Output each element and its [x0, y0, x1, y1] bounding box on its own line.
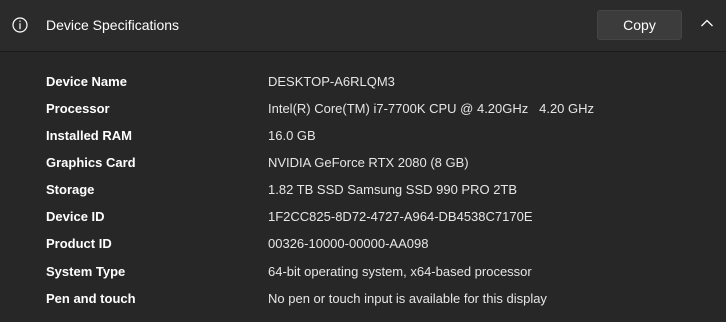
spec-row-graphics-card: Graphics Card NVIDIA GeForce RTX 2080 (8…: [0, 150, 726, 177]
spec-label: Product ID: [46, 236, 112, 251]
spec-row-product-id: Product ID 00326-10000-00000-AA098: [0, 231, 726, 258]
spec-row-processor: Processor Intel(R) Core(TM) i7-7700K CPU…: [0, 96, 726, 123]
spec-row-installed-ram: Installed RAM 16.0 GB: [0, 123, 726, 150]
chevron-up-icon[interactable]: [700, 18, 714, 28]
info-icon: [12, 17, 28, 33]
spec-label: Device Name: [46, 74, 127, 89]
spec-label: Processor: [46, 101, 110, 116]
spec-label: Pen and touch: [46, 291, 136, 306]
spec-row-storage: Storage 1.82 TB SSD Samsung SSD 990 PRO …: [0, 177, 726, 204]
spec-label: Storage: [46, 182, 95, 197]
spec-label: System Type: [46, 264, 126, 279]
spec-value: No pen or touch input is available for t…: [268, 291, 547, 306]
spec-row-pen-and-touch: Pen and touch No pen or touch input is a…: [0, 286, 726, 313]
spec-value: Intel(R) Core(TM) i7-7700K CPU @ 4.20GHz…: [268, 101, 595, 116]
specifications-list: Device Name DESKTOP-A6RLQM3 Processor In…: [0, 52, 726, 322]
spec-value: 1.82 TB SSD Samsung SSD 990 PRO 2TB: [268, 182, 518, 197]
spec-value: 64-bit operating system, x64-based proce…: [268, 264, 532, 279]
spec-value: 1F2CC825-8D72-4727-A964-DB4538C7170E: [268, 209, 533, 224]
device-specifications-header[interactable]: Device Specifications Copy: [0, 0, 726, 52]
spec-value: 00326-10000-00000-AA098: [268, 236, 429, 251]
spec-value: 16.0 GB: [268, 128, 316, 143]
section-title: Device Specifications: [46, 17, 180, 33]
spec-value: DESKTOP-A6RLQM3: [268, 74, 395, 89]
spec-row-device-name: Device Name DESKTOP-A6RLQM3: [0, 69, 726, 96]
copy-button[interactable]: Copy: [597, 10, 682, 40]
spec-label: Graphics Card: [46, 155, 136, 170]
spec-value: NVIDIA GeForce RTX 2080 (8 GB): [268, 155, 469, 170]
spec-label: Installed RAM: [46, 128, 132, 143]
spec-label: Device ID: [46, 209, 105, 224]
spec-row-device-id: Device ID 1F2CC825-8D72-4727-A964-DB4538…: [0, 204, 726, 231]
spec-row-system-type: System Type 64-bit operating system, x64…: [0, 259, 726, 286]
device-specifications-panel: Device Specifications Copy Device Name D…: [0, 0, 726, 322]
